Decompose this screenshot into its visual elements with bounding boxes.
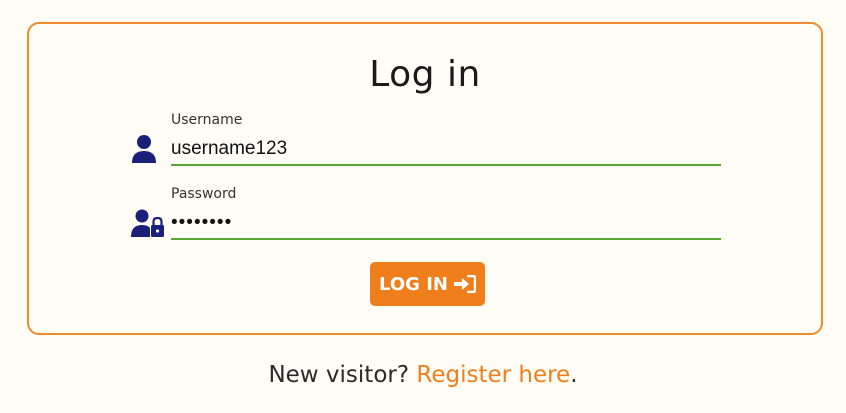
new-visitor-text: New visitor? xyxy=(268,362,417,388)
password-label: Password xyxy=(171,186,237,202)
login-button[interactable]: LOG IN xyxy=(370,262,485,306)
register-prompt: New visitor? Register here. xyxy=(0,362,846,388)
username-label: Username xyxy=(171,112,243,128)
username-input[interactable] xyxy=(171,134,721,166)
password-input[interactable] xyxy=(171,208,721,240)
page-title: Log in xyxy=(369,54,481,95)
user-icon xyxy=(131,134,165,164)
footer-suffix: . xyxy=(570,362,578,388)
register-link[interactable]: Register here xyxy=(416,362,570,388)
login-button-label: LOG IN xyxy=(379,273,448,295)
sign-in-icon xyxy=(453,275,476,293)
login-card: Log in Username Password LOG IN xyxy=(27,22,823,335)
user-lock-icon xyxy=(131,208,165,238)
